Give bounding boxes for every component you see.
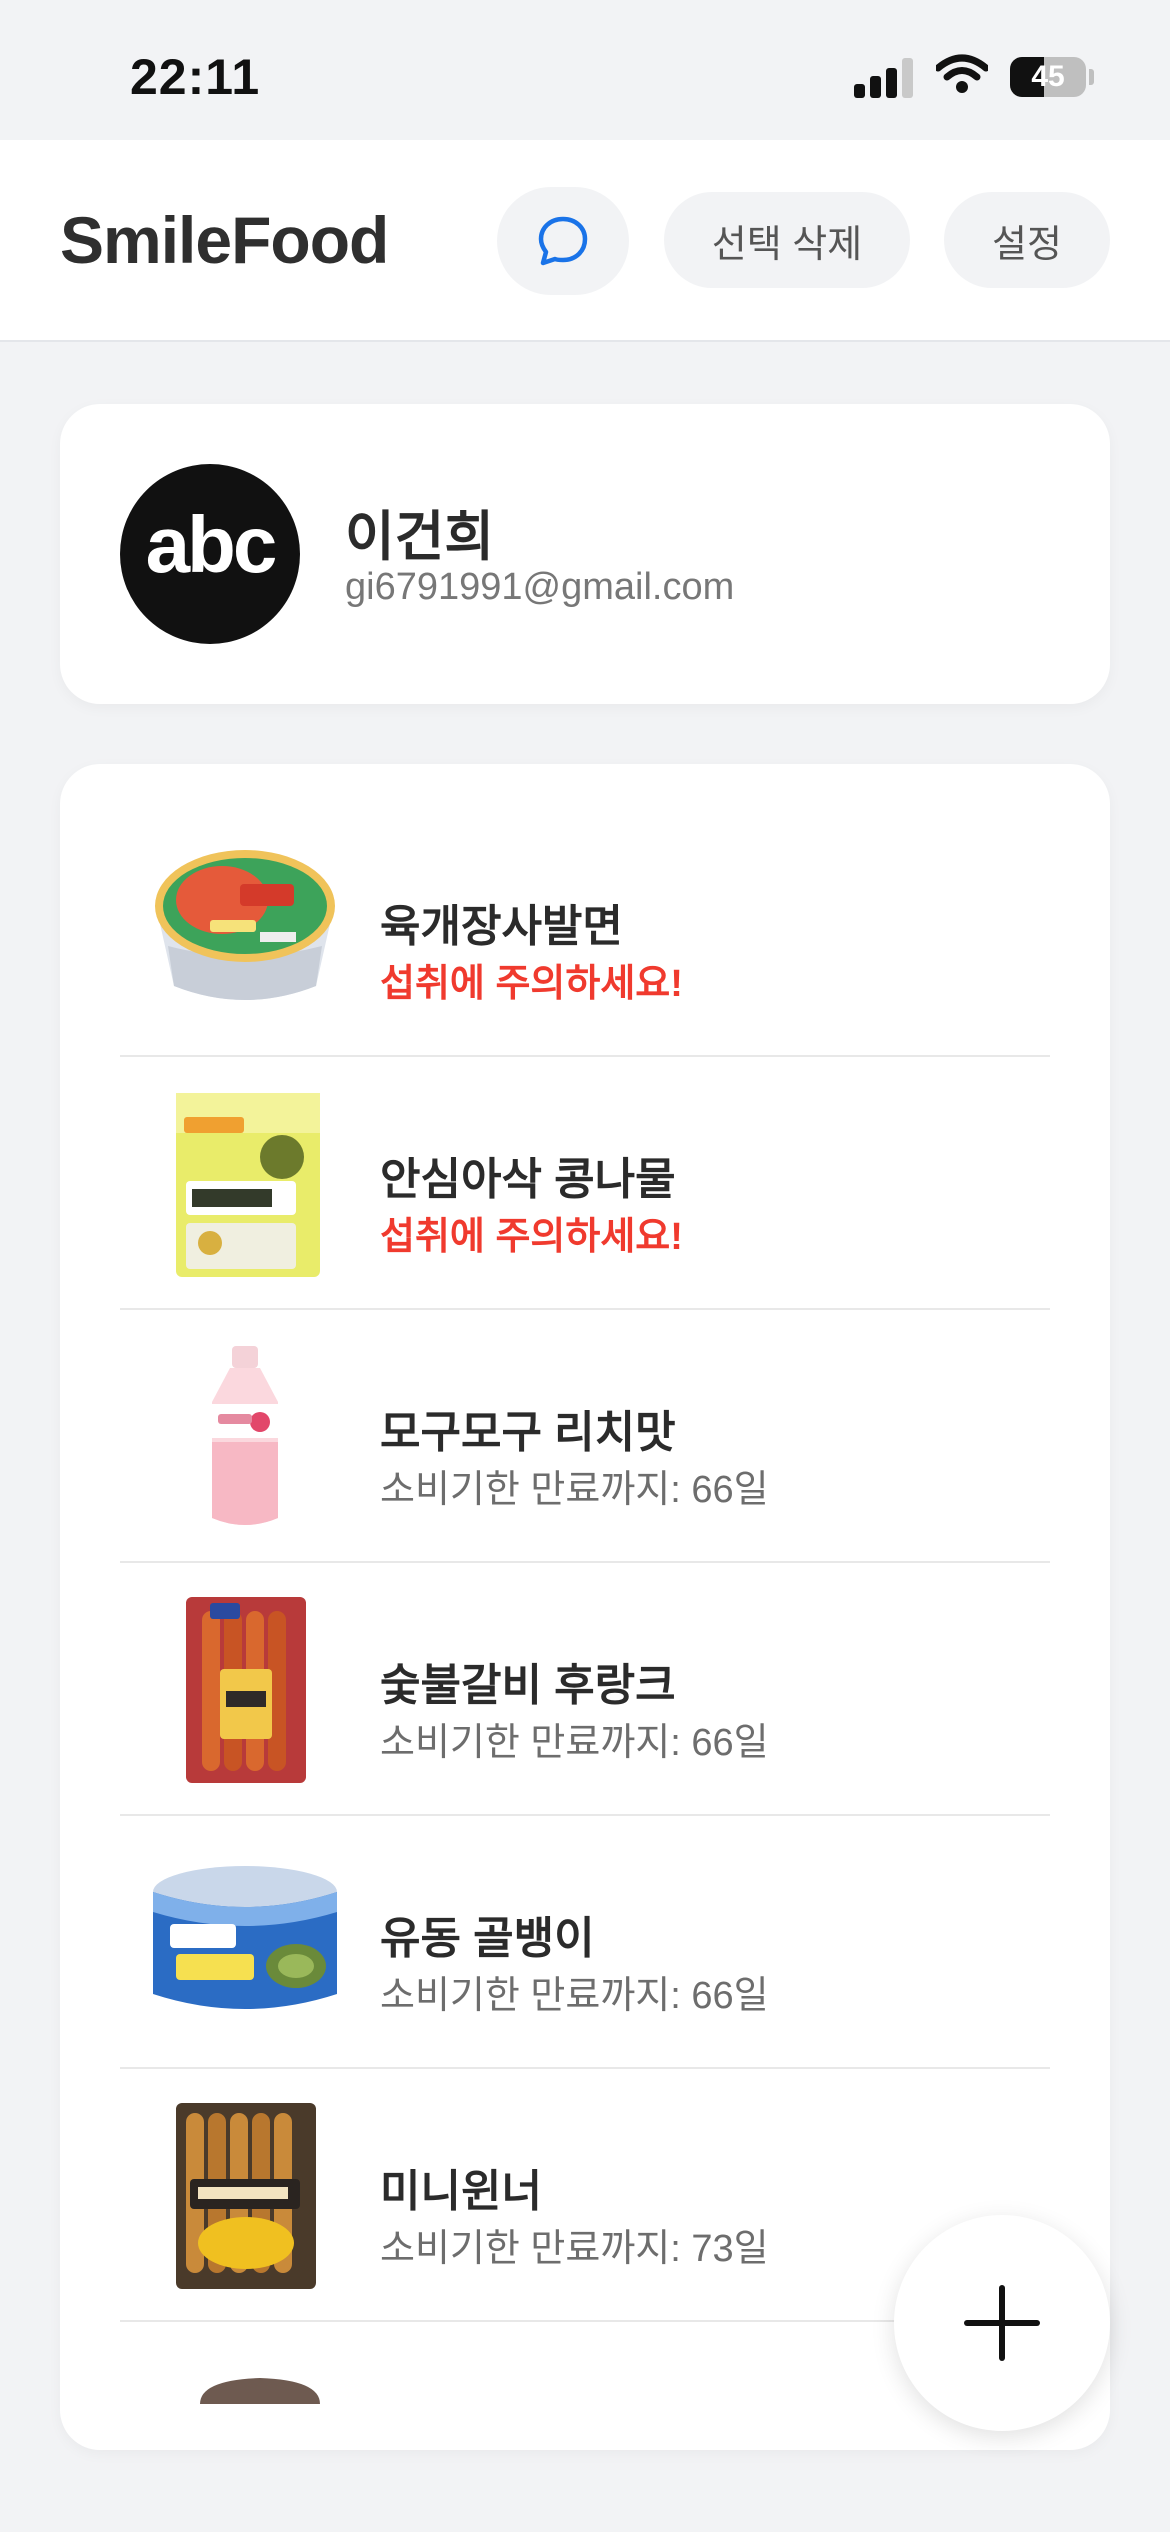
list-item[interactable]: 안심아삭 콩나물 섭취에 주의하세요! bbox=[120, 1057, 1050, 1310]
list-item[interactable]: 유동 골뱅이 소비기한 만료까지: 66일 bbox=[120, 1816, 1050, 2069]
add-item-button[interactable] bbox=[894, 2215, 1110, 2431]
drink-bottle-icon bbox=[212, 1346, 278, 1525]
canned-whelk-icon bbox=[153, 1866, 337, 2009]
bean-sprout-pack-icon bbox=[176, 1093, 320, 1277]
list-item[interactable]: 육개장사발면 섭취에 주의하세요! bbox=[120, 804, 1050, 1057]
battery-icon: 45 bbox=[1010, 57, 1086, 97]
list-item[interactable]: 숯불갈비 후랑크 소비기한 만료까지: 66일 bbox=[120, 1563, 1050, 1816]
abc-logo-icon: abc bbox=[146, 500, 279, 589]
avatar: abc bbox=[120, 464, 300, 644]
wifi-icon bbox=[936, 54, 988, 93]
cellular-signal-icon bbox=[854, 56, 914, 98]
item-warning: 섭취에 주의하세요! bbox=[380, 1216, 683, 1258]
battery-level: 45 bbox=[1031, 60, 1065, 93]
mini-wiener-pack-icon bbox=[176, 2103, 316, 2289]
item-name: 미니윈너 bbox=[380, 2167, 542, 2216]
profile-card[interactable]: abc 이건희 gi6791991@gmail.com bbox=[60, 404, 1110, 704]
next-item-thumbnail-partial bbox=[200, 2378, 320, 2404]
item-expiry: 소비기한 만료까지: 66일 bbox=[380, 1722, 769, 1764]
item-name: 숯불갈비 후랑크 bbox=[380, 1661, 676, 1710]
item-name: 모구모구 리치맛 bbox=[380, 1408, 676, 1457]
plus-icon bbox=[964, 2285, 1040, 2361]
chat-button[interactable] bbox=[497, 187, 629, 295]
settings-button[interactable]: 설정 bbox=[944, 192, 1110, 288]
list-item[interactable]: 모구모구 리치맛 소비기한 만료까지: 66일 bbox=[120, 1310, 1050, 1563]
item-name: 안심아삭 콩나물 bbox=[380, 1155, 676, 1204]
item-name: 육개장사발면 bbox=[380, 902, 623, 951]
profile-name: 이건희 bbox=[345, 507, 495, 567]
item-name: 유동 골뱅이 bbox=[380, 1914, 595, 1963]
ramen-cup-icon bbox=[155, 850, 335, 1000]
item-warning: 섭취에 주의하세요! bbox=[380, 963, 683, 1005]
food-list: 육개장사발면 섭취에 주의하세요! 안심아삭 콩나물 섭취에 주의하세요! 모구… bbox=[60, 764, 1110, 2450]
item-expiry: 소비기한 만료까지: 73일 bbox=[380, 2228, 769, 2270]
app-header: SmileFood 선택 삭제 설정 bbox=[0, 140, 1170, 342]
profile-email: gi6791991@gmail.com bbox=[345, 566, 735, 608]
delete-selected-button[interactable]: 선택 삭제 bbox=[664, 192, 910, 288]
sausage-pack-icon bbox=[186, 1597, 306, 1783]
app-title: SmileFood bbox=[60, 203, 389, 277]
chat-bubble-icon bbox=[538, 216, 588, 266]
status-time: 22:11 bbox=[130, 49, 261, 105]
item-expiry: 소비기한 만료까지: 66일 bbox=[380, 1469, 769, 1511]
status-bar: 22:11 45 bbox=[0, 0, 1170, 140]
svg-text:abc: abc bbox=[146, 500, 276, 589]
item-expiry: 소비기한 만료까지: 66일 bbox=[380, 1975, 769, 2017]
battery-cap bbox=[1089, 69, 1094, 85]
